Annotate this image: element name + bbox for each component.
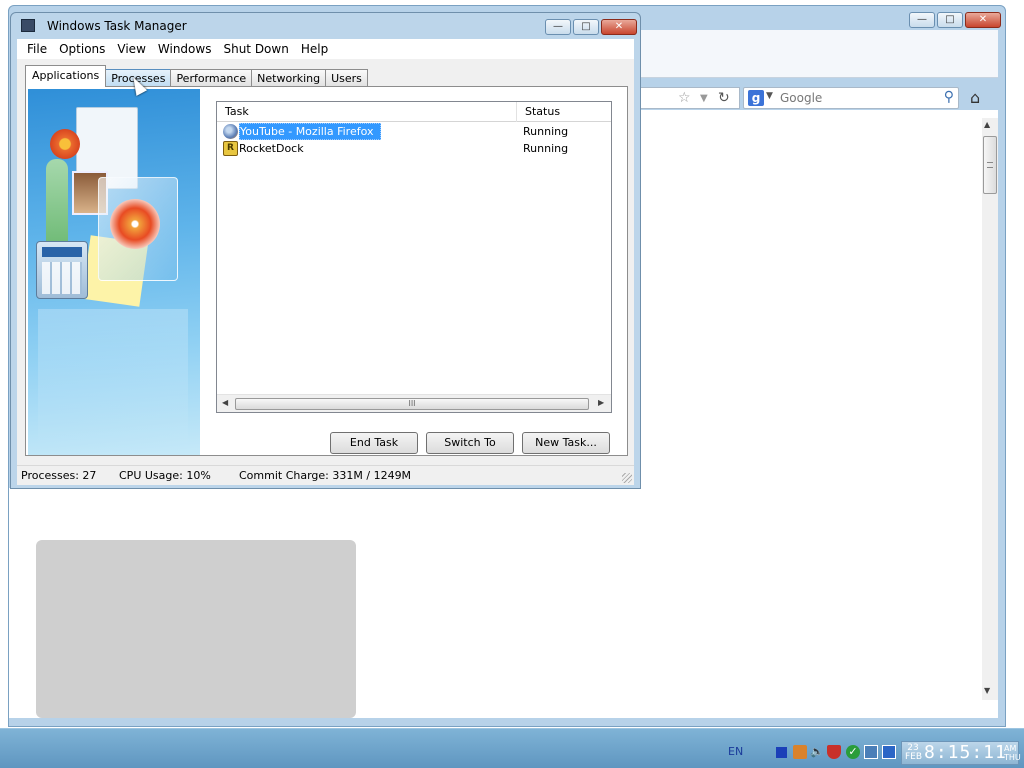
applications-artwork bbox=[28, 89, 200, 455]
resize-grip[interactable] bbox=[622, 473, 632, 483]
status-bar: Processes: 27 CPU Usage: 10% Commit Char… bbox=[17, 465, 634, 485]
search-box[interactable]: g ▼ Google ⚲ bbox=[743, 87, 959, 109]
close-button[interactable]: ✕ bbox=[601, 19, 637, 35]
task-manager-window: Windows Task Manager — □ ✕ File Options … bbox=[10, 12, 641, 489]
task-manager-body: Applications Processes Performance Netwo… bbox=[17, 59, 634, 465]
horizontal-scroll-thumb[interactable]: III bbox=[235, 398, 589, 410]
menu-file[interactable]: File bbox=[27, 42, 47, 56]
browser-toolbar bbox=[632, 30, 998, 78]
table-row[interactable]: YouTube - Mozilla Firefox Running bbox=[221, 123, 611, 140]
new-task-button[interactable]: New Task... bbox=[522, 432, 610, 454]
applications-panel: Task Status YouTube - Mozilla Firefox Ru… bbox=[25, 86, 628, 456]
browser-vertical-scrollbar[interactable]: ▲ ▼ bbox=[982, 118, 998, 700]
clock[interactable]: 23 FEB 8:15:11 AM THU bbox=[901, 741, 1021, 765]
minimize-button[interactable]: — bbox=[545, 19, 571, 35]
tab-performance[interactable]: Performance bbox=[170, 69, 253, 87]
task-status: Running bbox=[523, 142, 569, 155]
search-icon[interactable]: ⚲ bbox=[944, 89, 954, 105]
menu-windows[interactable]: Windows bbox=[158, 42, 212, 56]
tab-networking[interactable]: Networking bbox=[251, 69, 327, 87]
clock-weekday: THU bbox=[1004, 753, 1021, 762]
scroll-up-icon[interactable]: ▲ bbox=[984, 120, 990, 129]
column-task[interactable]: Task bbox=[217, 102, 517, 122]
menu-shut-down[interactable]: Shut Down bbox=[223, 42, 288, 56]
home-icon[interactable]: ⌂ bbox=[970, 88, 980, 107]
maximize-button[interactable]: □ bbox=[573, 19, 599, 35]
browser-content bbox=[632, 110, 998, 718]
bookmark-star-icon[interactable]: ☆ bbox=[678, 90, 691, 106]
task-list[interactable]: Task Status YouTube - Mozilla Firefox Ru… bbox=[216, 101, 612, 413]
network-icon[interactable] bbox=[864, 745, 878, 759]
menu-help[interactable]: Help bbox=[301, 42, 328, 56]
commit-charge: Commit Charge: 331M / 1249M bbox=[239, 469, 412, 482]
language-indicator[interactable]: EN bbox=[728, 745, 743, 758]
end-task-button[interactable]: End Task bbox=[330, 432, 418, 454]
task-name[interactable]: YouTube - Mozilla Firefox bbox=[239, 123, 381, 140]
reload-icon[interactable]: ↻ bbox=[718, 90, 730, 106]
task-list-header: Task Status bbox=[217, 102, 611, 122]
task-name[interactable]: RocketDock bbox=[239, 140, 308, 157]
menu-bar: File Options View Windows Shut Down Help bbox=[17, 39, 634, 59]
search-input[interactable]: Google bbox=[780, 91, 822, 105]
google-icon[interactable]: g bbox=[748, 90, 764, 106]
browser-minimize-button[interactable]: — bbox=[909, 12, 935, 28]
clock-ampm: AM THU bbox=[1004, 744, 1021, 762]
scroll-left-icon[interactable]: ◀ bbox=[222, 398, 228, 407]
table-row[interactable]: R RocketDock Running bbox=[221, 140, 611, 157]
horizontal-scrollbar[interactable]: ◀ III ▶ bbox=[217, 394, 611, 412]
shield-icon[interactable] bbox=[827, 745, 841, 759]
scroll-thumb[interactable] bbox=[983, 136, 997, 194]
tray-firefox-icon[interactable] bbox=[793, 745, 807, 759]
scroll-right-icon[interactable]: ▶ bbox=[598, 398, 604, 407]
window-title: Windows Task Manager bbox=[47, 19, 187, 33]
task-manager-window-controls: — □ ✕ bbox=[545, 19, 637, 35]
browser-close-button[interactable]: ✕ bbox=[965, 12, 1001, 28]
task-status: Running bbox=[523, 125, 569, 138]
column-status[interactable]: Status bbox=[517, 102, 611, 122]
tab-users[interactable]: Users bbox=[325, 69, 368, 87]
tray-app-icon[interactable] bbox=[776, 747, 787, 758]
video-placeholder bbox=[36, 540, 356, 718]
clock-month: FEB bbox=[905, 752, 923, 762]
security-check-icon[interactable]: ✓ bbox=[846, 745, 860, 759]
tab-strip: Applications Processes Performance Netwo… bbox=[25, 65, 368, 87]
dropdown-icon[interactable]: ▼ bbox=[700, 93, 708, 104]
speaker-icon[interactable]: 🔈 bbox=[810, 745, 824, 759]
menu-options[interactable]: Options bbox=[59, 42, 105, 56]
firefox-icon bbox=[223, 124, 238, 139]
switch-to-button[interactable]: Switch To bbox=[426, 432, 514, 454]
cpu-usage: CPU Usage: 10% bbox=[119, 469, 211, 482]
clock-time: 8:15:11 bbox=[924, 742, 1007, 763]
browser-window-controls: — □ ✕ bbox=[909, 12, 1001, 28]
scroll-down-icon[interactable]: ▼ bbox=[984, 686, 990, 695]
clock-meridiem: AM bbox=[1004, 744, 1017, 753]
clock-date: 23 FEB bbox=[905, 744, 923, 762]
menu-view[interactable]: View bbox=[117, 42, 145, 56]
tab-applications[interactable]: Applications bbox=[25, 65, 107, 87]
search-engine-dropdown-icon[interactable]: ▼ bbox=[766, 91, 773, 101]
processes-count: Processes: 27 bbox=[21, 469, 97, 482]
task-manager-app-icon bbox=[21, 19, 35, 32]
rocketdock-icon: R bbox=[223, 141, 238, 156]
url-bar[interactable]: ☆ ▼ ↻ bbox=[640, 87, 740, 109]
browser-maximize-button[interactable]: □ bbox=[937, 12, 963, 28]
monitor-icon[interactable] bbox=[882, 745, 896, 759]
